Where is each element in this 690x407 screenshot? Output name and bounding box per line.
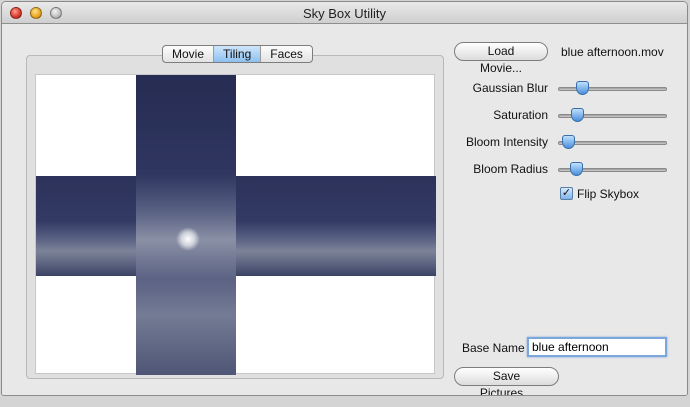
bloom-radius-slider[interactable]: [558, 162, 667, 176]
skybox-vertical-strip: [136, 75, 236, 375]
flip-skybox-checkbox[interactable]: ✓: [560, 187, 573, 200]
app-window: Sky Box Utility Movie Tiling Faces Load …: [1, 1, 688, 396]
tab-faces[interactable]: Faces: [261, 46, 312, 62]
gaussian-blur-label: Gaussian Blur: [472, 81, 548, 95]
save-pictures-button[interactable]: Save Pictures...: [454, 367, 559, 395]
slider-thumb[interactable]: [576, 81, 589, 95]
slider-thumb[interactable]: [571, 108, 584, 122]
window-title: Sky Box Utility: [302, 6, 387, 21]
slider-thumb[interactable]: [562, 135, 575, 149]
skybox-tiling-preview: [35, 74, 436, 375]
base-name-label: Base Name: [462, 341, 525, 355]
flip-skybox-label: Flip Skybox: [577, 187, 640, 201]
window-content: Movie Tiling Faces Load Movie... blue af…: [2, 25, 687, 395]
load-movie-button[interactable]: Load Movie...: [454, 42, 548, 75]
slider-track: [558, 87, 667, 91]
tab-movie[interactable]: Movie: [163, 46, 215, 62]
slider-thumb[interactable]: [570, 162, 583, 176]
bloom-intensity-label: Bloom Intensity: [465, 135, 548, 149]
bloom-radius-label: Bloom Radius: [473, 162, 548, 176]
title-bar[interactable]: Sky Box Utility: [2, 2, 687, 24]
saturation-slider[interactable]: [558, 108, 667, 122]
base-name-input[interactable]: [527, 337, 667, 357]
movie-filename: blue afternoon.mov: [561, 45, 664, 59]
gaussian-blur-slider[interactable]: [558, 81, 667, 95]
bloom-intensity-slider[interactable]: [558, 135, 667, 149]
skybox-horizontal-strip: [36, 176, 436, 276]
saturation-label: Saturation: [493, 108, 548, 122]
sun-glow: [176, 227, 200, 251]
tab-bar: Movie Tiling Faces: [162, 45, 313, 63]
tab-tiling[interactable]: Tiling: [214, 46, 262, 62]
